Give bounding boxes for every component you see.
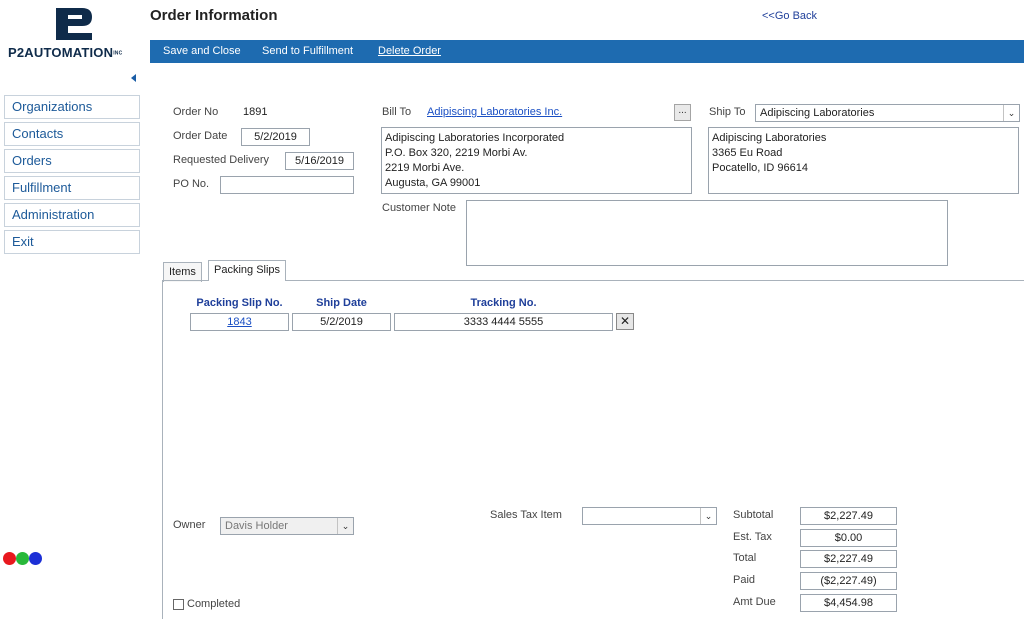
ship-to-selected: Adipiscing Laboratories — [760, 107, 875, 119]
requested-delivery-field[interactable]: 5/16/2019 — [285, 152, 354, 170]
order-no-label: Order No — [173, 106, 219, 118]
sidebar-item-exit[interactable]: Exit — [4, 230, 140, 254]
chevron-down-icon: ⌄ — [700, 508, 716, 524]
tab-items[interactable]: Items — [163, 262, 202, 282]
est-tax-value: $0.00 — [800, 529, 897, 547]
owner-selected: Davis Holder — [225, 520, 288, 532]
bill-to-line-2: P.O. Box 320, 2219 Morbi Av. — [385, 147, 528, 159]
owner-select[interactable]: Davis Holder ⌄ — [220, 517, 354, 535]
ship-date-field[interactable]: 5/2/2019 — [292, 313, 391, 331]
collapse-sidebar-icon[interactable] — [131, 74, 136, 82]
sales-tax-item-select[interactable]: ⌄ — [582, 507, 717, 525]
subtotal-label: Subtotal — [733, 509, 774, 521]
bill-to-link[interactable]: Adipiscing Laboratories Inc. — [427, 106, 562, 118]
completed-label: Completed — [187, 598, 241, 610]
sidebar-nav: Organizations Contacts Orders Fulfillmen… — [4, 95, 140, 257]
subtotal-value: $2,227.49 — [800, 507, 897, 525]
bill-to-line-4: Augusta, GA 99001 — [385, 177, 481, 189]
sidebar-item-orders[interactable]: Orders — [4, 149, 140, 173]
ship-to-line-3: Pocatello, ID 96614 — [712, 162, 809, 174]
total-value: $2,227.49 — [800, 550, 897, 568]
customer-note-label: Customer Note — [382, 202, 456, 214]
sidebar-item-organizations[interactable]: Organizations — [4, 95, 140, 119]
bill-to-line-1: Adipiscing Laboratories Incorporated — [385, 132, 565, 144]
amt-due-value: $4,454.98 — [800, 594, 897, 612]
bill-to-address[interactable]: Adipiscing Laboratories Incorporated P.O… — [381, 127, 692, 194]
amt-due-label: Amt Due — [733, 596, 776, 608]
go-back-link[interactable]: <<Go Back — [762, 10, 817, 22]
delete-order-button[interactable]: Delete Order — [378, 45, 441, 57]
order-date-field[interactable]: 5/2/2019 — [241, 128, 310, 146]
p2-logo-icon — [56, 8, 92, 40]
po-no-field[interactable] — [220, 176, 354, 194]
owner-label: Owner — [173, 519, 206, 531]
blue-dot-icon — [29, 552, 43, 565]
order-date-label: Order Date — [173, 130, 228, 142]
ship-to-select[interactable]: Adipiscing Laboratories ⌄ — [755, 104, 1020, 122]
col-packing-slip-no: Packing Slip No. — [196, 297, 283, 309]
page-title: Order Information — [150, 7, 278, 24]
ship-to-line-2: 3365 Eu Road — [712, 147, 783, 159]
col-ship-date: Ship Date — [316, 297, 367, 309]
chevron-down-icon: ⌄ — [337, 518, 353, 534]
packing-slip-link[interactable]: 1843 — [190, 313, 289, 331]
status-dots — [3, 552, 43, 568]
sales-tax-item-label: Sales Tax Item — [490, 509, 562, 521]
ship-to-address[interactable]: Adipiscing Laboratories 3365 Eu Road Poc… — [708, 127, 1019, 194]
ship-to-label: Ship To — [709, 106, 746, 118]
paid-label: Paid — [733, 574, 756, 586]
chevron-down-icon: ⌄ — [1003, 105, 1019, 121]
tracking-no-field[interactable]: 3333 4444 5555 — [394, 313, 613, 331]
col-tracking-no: Tracking No. — [470, 297, 537, 309]
paid-value: ($2,227.49) — [800, 572, 897, 590]
delete-row-icon[interactable]: ✕ — [616, 313, 634, 330]
sidebar-item-administration[interactable]: Administration — [4, 203, 140, 227]
est-tax-label: Est. Tax — [733, 531, 772, 543]
save-and-close-button[interactable]: Save and Close — [163, 45, 241, 57]
tab-packing-slips[interactable]: Packing Slips — [208, 260, 287, 281]
toolbar: Save and Close Send to Fulfillment Delet… — [150, 40, 1024, 63]
bill-to-label: Bill To — [382, 106, 412, 118]
bill-to-line-3: 2219 Morbi Ave. — [385, 162, 465, 174]
ship-to-line-1: Adipiscing Laboratories — [712, 132, 827, 144]
sidebar-item-contacts[interactable]: Contacts — [4, 122, 140, 146]
red-dot-icon — [3, 552, 16, 565]
sidebar-item-fulfillment[interactable]: Fulfillment — [4, 176, 140, 200]
send-to-fulfillment-button[interactable]: Send to Fulfillment — [262, 45, 353, 57]
bill-to-browse-button[interactable]: ... — [674, 104, 691, 121]
green-dot-icon — [16, 552, 30, 565]
order-no-value: 1891 — [243, 106, 268, 118]
completed-checkbox[interactable] — [173, 599, 184, 610]
total-label: Total — [733, 552, 757, 564]
requested-delivery-label: Requested Delivery — [173, 154, 269, 166]
brand-name: P2AUTOMATIONINC — [8, 45, 123, 60]
customer-note-field[interactable] — [466, 200, 948, 266]
po-no-label: PO No. — [173, 178, 210, 190]
